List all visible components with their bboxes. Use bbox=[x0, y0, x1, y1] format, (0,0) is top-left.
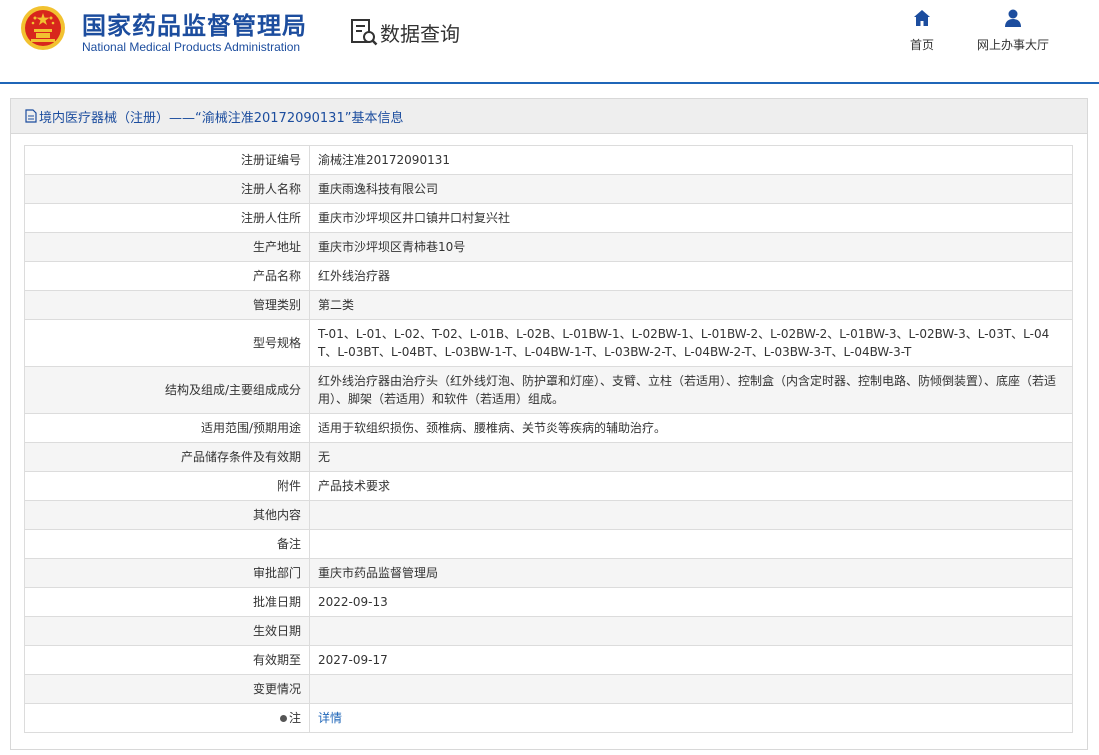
field-value: 适用于软组织损伤、颈椎病、腰椎病、关节炎等疾病的辅助治疗。 bbox=[309, 413, 1073, 443]
field-label: 生产地址 bbox=[24, 232, 310, 262]
field-label: 适用范围/预期用途 bbox=[24, 413, 310, 443]
document-search-icon bbox=[351, 19, 378, 46]
field-value: 重庆市沙坪坝区井口镇井口村复兴社 bbox=[309, 203, 1073, 233]
panel-header: 境内医疗器械（注册）——“渝械注准20172090131”基本信息 bbox=[11, 99, 1087, 134]
table-row: 生产地址 重庆市沙坪坝区青柿巷10号 bbox=[24, 232, 1073, 262]
field-value bbox=[309, 616, 1073, 646]
field-value: 重庆市药品监督管理局 bbox=[309, 558, 1073, 588]
table-row: 有效期至 2027-09-17 bbox=[24, 645, 1073, 675]
table-row: 适用范围/预期用途 适用于软组织损伤、颈椎病、腰椎病、关节炎等疾病的辅助治疗。 bbox=[24, 413, 1073, 443]
nav-home-label: 首页 bbox=[910, 38, 935, 52]
table-row: 产品储存条件及有效期无 bbox=[24, 442, 1073, 472]
table-row: 注册人住所 重庆市沙坪坝区井口镇井口村复兴社 bbox=[24, 203, 1073, 233]
field-value: 产品技术要求 bbox=[309, 471, 1073, 501]
field-value bbox=[309, 674, 1073, 704]
table-row: 附件 产品技术要求 bbox=[24, 471, 1073, 501]
field-label: 批准日期 bbox=[24, 587, 310, 617]
field-label-note: 注 bbox=[24, 703, 310, 733]
field-label: 产品名称 bbox=[24, 261, 310, 291]
field-label: 备注 bbox=[24, 529, 310, 559]
device-info-table: 注册证编号 渝械注准20172090131 注册人名称 重庆雨逸科技有限公司 注册人… bbox=[24, 145, 1073, 733]
nav-online-office[interactable]: 网上办事大厅 bbox=[977, 8, 1049, 53]
panel-title: 境内医疗器械（注册）——“渝械注准20172090131”基本信息 bbox=[39, 110, 404, 126]
field-value: T-01、L-01、L-02、T-02、L-01B、L-02B、L-01BW-1… bbox=[309, 319, 1073, 367]
site-title-cn: 国家药品监督管理局 bbox=[82, 12, 307, 40]
field-label: 产品储存条件及有效期 bbox=[24, 442, 310, 472]
field-label: 结构及组成/主要组成成分 bbox=[24, 366, 310, 414]
table-row: 结构及组成/主要组成成分 红外线治疗器由治疗头（红外线灯泡、防护罩和灯座）、支臂、… bbox=[24, 366, 1073, 414]
field-value: 第二类 bbox=[309, 290, 1073, 320]
field-label: 其他内容 bbox=[24, 500, 310, 530]
field-label: 变更情况 bbox=[24, 674, 310, 704]
table-row: 管理类别 第二类 bbox=[24, 290, 1073, 320]
table-row: 注册证编号 渝械注准20172090131 bbox=[24, 145, 1073, 175]
field-label: 注册人住所 bbox=[24, 203, 310, 233]
document-icon bbox=[25, 109, 37, 123]
table-row: 其他内容 bbox=[24, 500, 1073, 530]
table-row: 变更情况 bbox=[24, 674, 1073, 704]
field-value bbox=[309, 529, 1073, 559]
field-value: 红外线治疗器 bbox=[309, 261, 1073, 291]
table-row: 审批部门 重庆市药品监督管理局 bbox=[24, 558, 1073, 588]
field-label: 审批部门 bbox=[24, 558, 310, 588]
field-value: 2022-09-13 bbox=[309, 587, 1073, 617]
field-value: 红外线治疗器由治疗头（红外线灯泡、防护罩和灯座）、支臂、立柱（若适用）、控制盒（… bbox=[309, 366, 1073, 414]
bulb-icon bbox=[279, 715, 287, 722]
field-value: 2027-09-17 bbox=[309, 645, 1073, 675]
home-icon bbox=[914, 10, 930, 26]
field-label: 管理类别 bbox=[24, 290, 310, 320]
table-row-note: 注 详情 bbox=[24, 703, 1073, 733]
table-row: 批准日期 2022-09-13 bbox=[24, 587, 1073, 617]
national-emblem-icon bbox=[21, 6, 65, 50]
user-icon bbox=[1005, 9, 1021, 27]
note-label: 注 bbox=[288, 711, 301, 725]
device-info-panel: 境内医疗器械（注册）——“渝械注准20172090131”基本信息 注册证编号渝… bbox=[10, 98, 1088, 750]
data-query-label: 数据查询 bbox=[380, 21, 460, 46]
table-row: 备注 bbox=[24, 529, 1073, 559]
field-label: 注册证编号 bbox=[24, 145, 310, 175]
field-value: 重庆市沙坪坝区青柿巷10号 bbox=[309, 232, 1073, 262]
field-value-note: 详情 bbox=[309, 703, 1073, 733]
field-label: 生效日期 bbox=[24, 616, 310, 646]
field-value: 无 bbox=[309, 442, 1073, 472]
data-query-heading: 数据查询 bbox=[350, 17, 460, 47]
field-value: 渝械注准20172090131 bbox=[309, 145, 1073, 175]
field-label: 附件 bbox=[24, 471, 310, 501]
site-header: 国家药品监督管理局 National Medical Products Admi… bbox=[0, 0, 1099, 84]
site-title-en: National Medical Products Administration bbox=[82, 40, 301, 54]
field-label: 有效期至 bbox=[24, 645, 310, 675]
table-row: 型号规格 T-01、L-01、L-02、T-02、L-01B、L-02B、L-01… bbox=[24, 319, 1073, 367]
table-row: 注册人名称 重庆雨逸科技有限公司 bbox=[24, 174, 1073, 204]
details-link[interactable]: 详情 bbox=[318, 711, 342, 725]
table-row: 生效日期 bbox=[24, 616, 1073, 646]
field-value: 重庆雨逸科技有限公司 bbox=[309, 174, 1073, 204]
nav-online-office-label: 网上办事大厅 bbox=[977, 38, 1050, 52]
field-label: 注册人名称 bbox=[24, 174, 310, 204]
field-label: 型号规格 bbox=[24, 319, 310, 367]
field-value bbox=[309, 500, 1073, 530]
nav-home[interactable]: 首页 bbox=[910, 8, 934, 53]
table-row: 产品名称 红外线治疗器 bbox=[24, 261, 1073, 291]
